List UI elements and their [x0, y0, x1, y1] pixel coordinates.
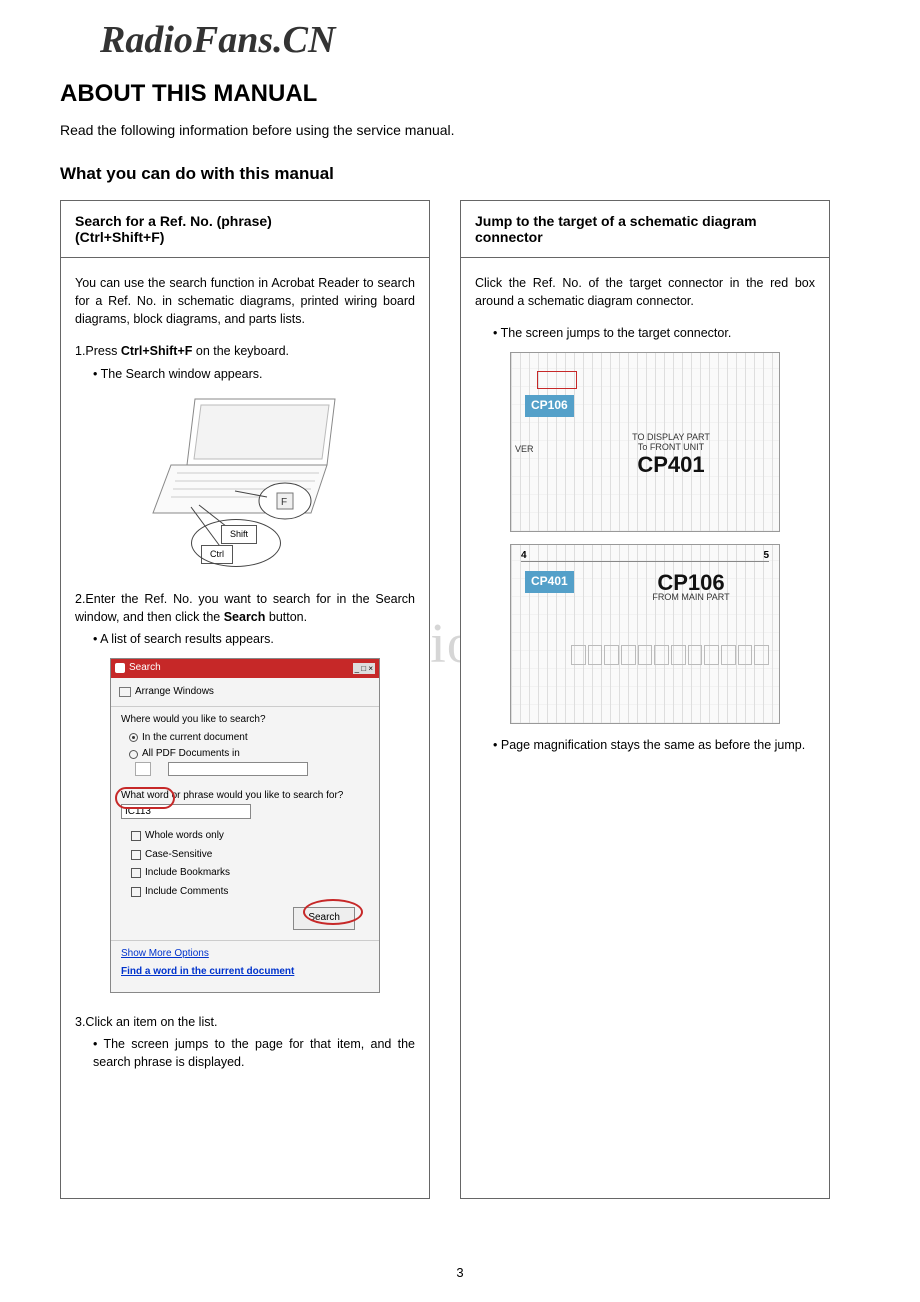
- schematic-preview-2: 4 5 CP401 CP106 FROM MAIN PART: [510, 544, 780, 724]
- radio-all-pdf[interactable]: All PDF Documents in: [129, 747, 369, 762]
- show-more-options-link[interactable]: Show More Options: [121, 947, 369, 962]
- checkbox-icon: [131, 831, 141, 841]
- search-dialog-titlebar: Search _ □ ×: [111, 659, 379, 678]
- search-icon: [115, 663, 125, 673]
- search-dialog-footer: Show More Options Find a word in the cur…: [111, 940, 379, 992]
- left-head-line2: (Ctrl+Shift+F): [75, 229, 415, 245]
- radio-current-doc[interactable]: In the current document: [129, 731, 369, 746]
- step-3: 3.Click an item on the list.: [75, 1013, 415, 1031]
- radio-all-pdf-label: All PDF Documents in: [142, 747, 240, 762]
- arrange-windows-row[interactable]: Arrange Windows: [111, 682, 379, 703]
- left-panel-body: You can use the search function in Acrob…: [61, 258, 429, 1198]
- highlight-circle-input: [115, 787, 175, 809]
- checkbox-icon: [131, 850, 141, 860]
- svg-text:F: F: [281, 497, 287, 508]
- folder-icon: [135, 762, 151, 776]
- check-case-label: Case-Sensitive: [145, 848, 212, 863]
- watermark-top: RadioFans.CN: [100, 18, 335, 62]
- schematic-sub-from: FROM MAIN PART: [621, 591, 761, 604]
- search-scope-question: Where would you like to search?: [121, 713, 369, 728]
- step-1-bullet: The Search window appears.: [93, 365, 415, 383]
- right-para-1: Click the Ref. No. of the target connect…: [475, 274, 815, 310]
- connector-tag-cp401[interactable]: CP401: [525, 571, 574, 592]
- check-bookmarks-label: Include Bookmarks: [145, 866, 230, 881]
- check-whole-words[interactable]: Whole words only: [121, 827, 369, 846]
- step-1-post: on the keyboard.: [192, 344, 289, 358]
- check-case-sensitive[interactable]: Case-Sensitive: [121, 846, 369, 865]
- left-head-line1: Search for a Ref. No. (phrase): [75, 213, 415, 229]
- step-2-bullet: A list of search results appears.: [93, 630, 415, 648]
- folder-dropdown[interactable]: [168, 762, 308, 776]
- columns: Search for a Ref. No. (phrase) (Ctrl+Shi…: [60, 200, 860, 1199]
- find-word-link[interactable]: Find a word in the current document: [121, 965, 369, 980]
- right-panel-heading: Jump to the target of a schematic diagra…: [461, 201, 829, 258]
- step-3-bullet: The screen jumps to the page for that it…: [93, 1035, 415, 1071]
- checkbox-icon: [131, 887, 141, 897]
- schematic-ver-label: VER: [515, 443, 534, 456]
- right-head-line2: connector: [475, 229, 815, 245]
- search-dialog: Search _ □ × Arrange Windows Where would…: [110, 658, 380, 993]
- step-2-b: button.: [265, 610, 307, 624]
- step-1-keys: Ctrl+Shift+F: [121, 344, 193, 358]
- step-1: 1.Press Ctrl+Shift+F on the keyboard.: [75, 342, 415, 360]
- window-controls-icon[interactable]: _ □ ×: [353, 663, 375, 675]
- radio-current-doc-label: In the current document: [142, 731, 248, 746]
- right-panel-body: Click the Ref. No. of the target connect…: [461, 258, 829, 1198]
- check-whole-words-label: Whole words only: [145, 829, 224, 844]
- laptop-illustration: F Shift Ctrl: [135, 393, 355, 568]
- step-2-bold: Search: [224, 610, 266, 624]
- schematic-big-cp401: CP401: [611, 449, 731, 481]
- highlight-circle-button: [303, 899, 363, 925]
- checkbox-icon: [131, 868, 141, 878]
- right-bullet-2: Page magnification stays the same as bef…: [493, 736, 815, 754]
- connector-pins-icon: [571, 645, 769, 665]
- check-bookmarks[interactable]: Include Bookmarks: [121, 864, 369, 883]
- page-title: ABOUT THIS MANUAL: [60, 80, 860, 108]
- key-shift-icon: Shift: [221, 525, 257, 544]
- check-comments-label: Include Comments: [145, 885, 228, 900]
- arrange-windows-icon: [119, 687, 131, 697]
- arrange-windows-label: Arrange Windows: [135, 685, 214, 700]
- left-panel-heading: Search for a Ref. No. (phrase) (Ctrl+Shi…: [61, 201, 429, 258]
- step-2: 2.Enter the Ref. No. you want to search …: [75, 590, 415, 626]
- left-para-1: You can use the search function in Acrob…: [75, 274, 415, 328]
- redbox-cp106: [537, 371, 577, 389]
- right-head-line1: Jump to the target of a schematic diagra…: [475, 213, 815, 229]
- left-panel: Search for a Ref. No. (phrase) (Ctrl+Shi…: [60, 200, 430, 1199]
- right-bullet-1: The screen jumps to the target connector…: [493, 324, 815, 342]
- intro-text: Read the following information before us…: [60, 122, 860, 138]
- step-1-pre: 1.Press: [75, 344, 121, 358]
- search-dialog-title: Search: [129, 661, 161, 676]
- key-ctrl-icon: Ctrl: [201, 545, 233, 564]
- page-number: 3: [456, 1265, 463, 1280]
- connector-tag-cp106[interactable]: CP106: [525, 395, 574, 416]
- right-panel: Jump to the target of a schematic diagra…: [460, 200, 830, 1199]
- section-subtitle: What you can do with this manual: [60, 164, 860, 184]
- schematic-preview-1: CP106 VER TO DISPLAY PART To FRONT UNIT …: [510, 352, 780, 532]
